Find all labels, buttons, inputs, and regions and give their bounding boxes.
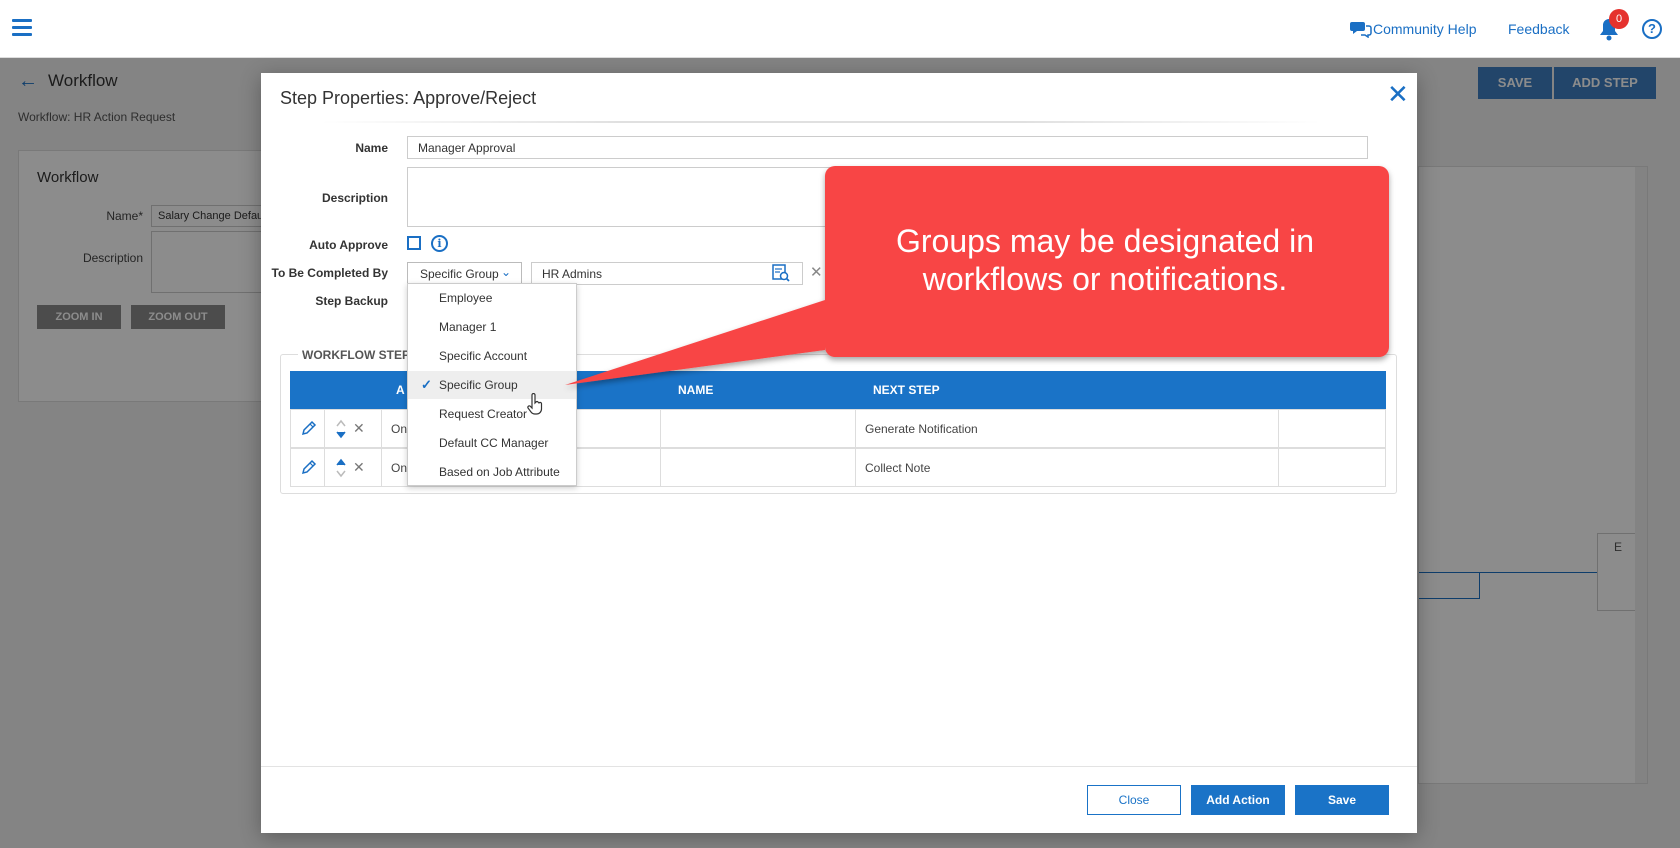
step-description-input[interactable] xyxy=(407,167,1368,227)
option-label: Request Creator xyxy=(439,407,528,421)
dropdown-option-manager-1[interactable]: Manager 1 xyxy=(408,313,576,341)
add-action-button[interactable]: Add Action xyxy=(1191,785,1285,815)
hamburger-menu-icon[interactable] xyxy=(12,19,32,37)
dropdown-option-request-creator[interactable]: Request Creator xyxy=(408,400,576,428)
option-label: Based on Job Attribute xyxy=(439,465,560,479)
option-label: Default CC Manager xyxy=(439,436,549,450)
info-icon[interactable]: i xyxy=(431,235,448,252)
cell-divider xyxy=(381,449,382,486)
dropdown-option-default-cc-manager[interactable]: Default CC Manager xyxy=(408,429,576,457)
dropdown-option-based-on-job-attribute[interactable]: Based on Job Attribute xyxy=(408,458,576,486)
column-header-action: A xyxy=(396,383,405,397)
notification-badge: 0 xyxy=(1609,9,1629,29)
completed-by-label: To Be Completed By xyxy=(271,266,388,280)
pencil-icon[interactable] xyxy=(301,459,317,475)
next-step-cell: Generate Notification xyxy=(865,422,978,436)
dropdown-option-specific-account[interactable]: Specific Account xyxy=(408,342,576,370)
dialog-title: Step Properties: Approve/Reject xyxy=(280,88,537,108)
help-icon[interactable]: ? xyxy=(1642,19,1662,39)
action-cell: On xyxy=(391,461,408,475)
cell-divider xyxy=(324,410,325,447)
dropdown-option-specific-group[interactable]: ✓ Specific Group xyxy=(408,371,576,399)
delete-icon[interactable]: ✕ xyxy=(353,459,365,476)
feedback-link[interactable]: Feedback xyxy=(1508,21,1569,37)
description-label: Description xyxy=(321,191,388,205)
option-label: Manager 1 xyxy=(439,320,497,334)
completed-by-select[interactable]: Specific Group ⌄ xyxy=(407,262,522,285)
cell-divider xyxy=(660,449,661,486)
pencil-icon[interactable] xyxy=(301,420,317,436)
cell-divider xyxy=(660,410,661,447)
checkmark-icon: ✓ xyxy=(421,377,432,392)
name-label: Name xyxy=(355,141,388,155)
cell-divider xyxy=(1278,449,1279,486)
lookup-icon[interactable] xyxy=(772,264,790,282)
auto-approve-label: Auto Approve xyxy=(309,238,388,252)
footer-divider xyxy=(261,766,1417,767)
step-backup-label: Step Backup xyxy=(315,294,388,308)
cell-divider xyxy=(855,410,856,447)
column-header-name: NAME xyxy=(678,383,714,397)
reorder-icon[interactable] xyxy=(335,457,347,479)
title-divider xyxy=(321,121,1321,123)
chat-bubbles-icon[interactable] xyxy=(1350,20,1372,38)
option-label: Specific Account xyxy=(439,349,528,363)
step-properties-dialog: Step Properties: Approve/Reject ✕ Name M… xyxy=(261,73,1417,833)
group-input[interactable]: HR Admins xyxy=(531,262,803,285)
cell-divider xyxy=(855,449,856,486)
clear-group-icon[interactable]: ✕ xyxy=(810,263,823,281)
auto-approve-checkbox[interactable] xyxy=(407,236,421,250)
column-header-next-step: NEXT STEP xyxy=(873,383,940,397)
dropdown-option-employee[interactable]: Employee xyxy=(408,284,576,312)
close-icon[interactable]: ✕ xyxy=(1387,79,1409,110)
cell-divider xyxy=(381,410,382,447)
group-value: HR Admins xyxy=(542,267,603,281)
top-bar: Community Help Feedback 0 ? xyxy=(0,0,1680,58)
callout-line-2: workflows or notifications. xyxy=(922,261,1288,297)
callout-line-1: Groups may be designated in xyxy=(895,223,1315,259)
close-button[interactable]: Close xyxy=(1087,785,1181,815)
callout-text: Groups may be designated in workflows or… xyxy=(830,222,1380,298)
cell-divider xyxy=(324,449,325,486)
next-step-cell: Collect Note xyxy=(865,461,931,475)
save-button[interactable]: Save xyxy=(1295,785,1389,815)
completed-by-dropdown: Employee Manager 1 Specific Account ✓ Sp… xyxy=(407,283,577,486)
community-help-link[interactable]: Community Help xyxy=(1373,21,1476,37)
step-name-input[interactable]: Manager Approval xyxy=(407,136,1368,159)
completed-by-value: Specific Group xyxy=(420,267,499,281)
option-label: Specific Group xyxy=(439,378,518,392)
hand-cursor-icon xyxy=(527,393,543,415)
cell-divider xyxy=(1278,410,1279,447)
reorder-icon[interactable] xyxy=(335,418,347,440)
action-cell: On xyxy=(391,422,408,436)
delete-icon[interactable]: ✕ xyxy=(353,420,365,437)
option-label: Employee xyxy=(439,291,493,305)
chevron-down-icon: ⌄ xyxy=(500,265,511,279)
